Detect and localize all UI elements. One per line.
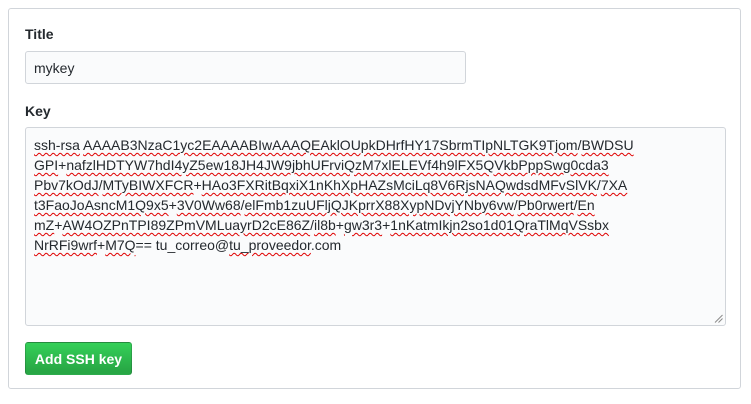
key-textarea[interactable]: ssh-rsa AAAAB3NzaC1yc2EAAAABIwAAAQEAklOU… [25, 127, 726, 326]
key-text-segment: Pbv7kOdJ [34, 177, 99, 193]
key-text-segment: 1nKatmIkjn2so1d01QraTlMqVSsbx [390, 217, 609, 233]
key-text-line: Pbv7kOdJ/MTyBIWXFCR+HAo3FXRitBqxiX1nKhXp… [34, 175, 717, 195]
key-text-segment: + [193, 177, 202, 193]
key-text-segment: gw3r3 [343, 217, 383, 233]
key-text-segment: AW4OZPnTPI89ZPmVMLuayrD2cE86Z [62, 217, 311, 233]
key-text-segment: + [97, 237, 106, 253]
key-text-segment: == tu_correo@ [135, 237, 230, 253]
resize-handle-icon[interactable] [714, 314, 723, 323]
key-text-segment: En [577, 197, 595, 213]
title-label: Title [25, 26, 54, 42]
key-text-segment: t3FaoJoAsncM1Q9x5 [34, 197, 169, 213]
key-text-segment: .com [310, 237, 342, 253]
key-text-segment: NrRFi9wrf [34, 237, 97, 253]
key-text-segment: nafzlHDTYW7hdI4yZ5ew18JH4JW9jbhUFrviQzM7… [66, 157, 609, 173]
key-text-segment: HAo3FXRitBqxiX1nKhXpHAZsMciLq8V6RjsNAQwd… [201, 177, 597, 193]
key-text-line: GPI+nafzlHDTYW7hdI4yZ5ew18JH4JW9jbhUFrvi… [34, 155, 717, 175]
key-text-line: t3FaoJoAsncM1Q9x5+3V0Ww68/elFmb1zuUFljQJ… [34, 195, 717, 215]
key-text-segment: 7XA [600, 177, 628, 193]
key-text-line: ssh-rsa AAAAB3NzaC1yc2EAAAABIwAAAQEAklOU… [34, 135, 717, 155]
title-input[interactable] [25, 51, 466, 84]
key-text-segment: Pb0rwert [517, 197, 574, 213]
key-text-segment: 3V0Ww68 [176, 197, 241, 213]
key-text-segment: elFmb1zuUFljQJKprrX88XypNDvjYNby6vw [244, 197, 514, 213]
new-ssh-key-form: Title Key ssh-rsa AAAAB3NzaC1yc2EAAAABIw… [8, 8, 741, 389]
add-ssh-key-button[interactable]: Add SSH key [25, 342, 132, 375]
key-text-segment: AAAAB3NzaC1yc2EAAAABIwAAAQEAklOUpkDHrfHY… [83, 137, 578, 153]
key-text-segment: M7Q [105, 237, 136, 253]
key-text-segment: MTyBIWXFCR [102, 177, 194, 193]
key-text-line: mZ+AW4OZPnTPI89ZPmVMLuayrD2cE86Z/il8b+gw… [34, 215, 717, 235]
key-text-segment: ssh-rsa [34, 137, 80, 153]
key-text-segment: BWDSU [581, 137, 634, 153]
key-text-segment: + [335, 217, 344, 233]
key-text-segment: tu_proveedor [229, 237, 311, 253]
key-text: ssh-rsa AAAAB3NzaC1yc2EAAAABIwAAAQEAklOU… [34, 135, 717, 255]
key-text-segment: mZ [34, 217, 55, 233]
key-text-segment: il8b [313, 217, 336, 233]
key-text-segment: + [168, 197, 177, 213]
key-text-line: NrRFi9wrf+M7Q== tu_correo@tu_proveedor.c… [34, 235, 717, 255]
key-text-segment: GPI [34, 157, 59, 173]
key-label: Key [25, 103, 51, 119]
